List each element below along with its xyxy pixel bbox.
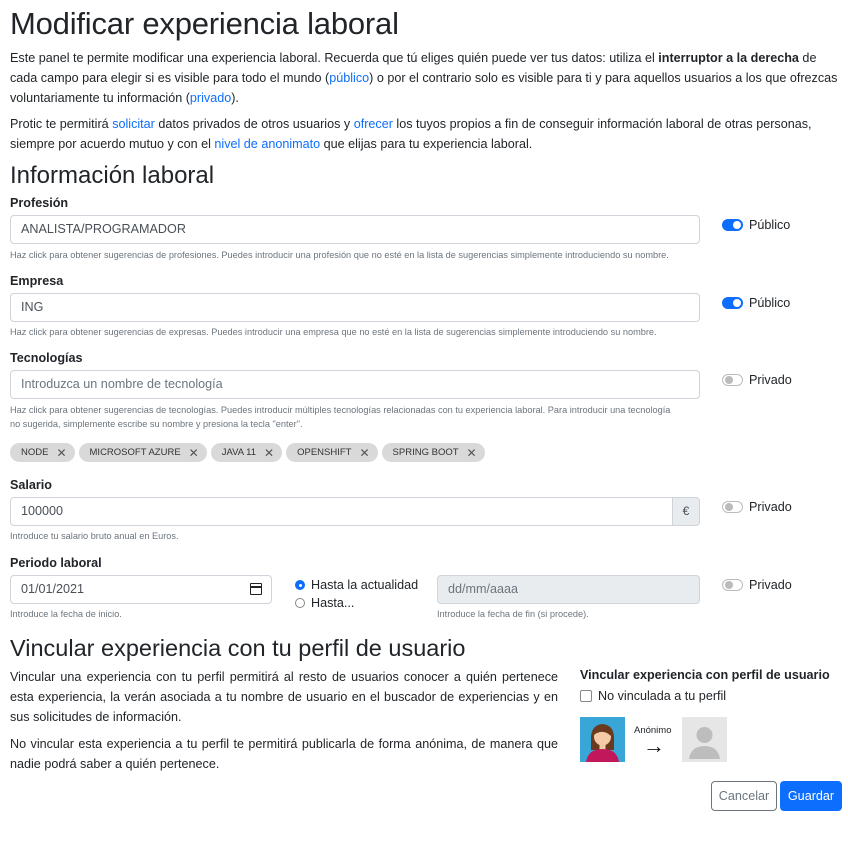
start-date-input[interactable]: 01/01/2021 <box>10 575 272 604</box>
salary-visibility-toggle[interactable]: Privado <box>722 499 792 515</box>
technology-input[interactable]: Introduzca un nombre de tecnología <box>10 370 700 399</box>
offer-link[interactable]: ofrecer <box>354 117 393 131</box>
company-visibility-toggle[interactable]: Público <box>722 295 790 311</box>
remove-tag-icon[interactable]: ✕ <box>467 446 477 460</box>
remove-tag-icon[interactable]: ✕ <box>56 446 66 460</box>
period-visibility-toggle[interactable]: Privado <box>722 577 792 593</box>
technologies-help-1: Haz click para obtener sugerencias de te… <box>10 405 671 415</box>
anonymity-level-link[interactable]: nivel de anonimato <box>214 137 320 151</box>
private-link[interactable]: privado <box>190 91 231 105</box>
visibility-label: Privado <box>749 578 792 592</box>
profession-label: Profesión <box>10 196 69 210</box>
visibility-label: Público <box>749 218 791 232</box>
switch-on[interactable] <box>722 297 743 309</box>
link-paragraph-2: No vincular esta experiencia a tu perfil… <box>10 737 558 771</box>
company-label: Empresa <box>10 274 64 288</box>
arrow-right-icon: → <box>643 733 665 758</box>
salary-help: Introduce tu salario bruto anual en Euro… <box>10 531 179 541</box>
user-avatar <box>580 717 625 762</box>
end-date-help: Introduce la fecha de fin (si procede). <box>437 609 589 619</box>
unlinked-checkbox[interactable]: No vinculada a tu perfil <box>580 689 726 703</box>
period-label: Periodo laboral <box>10 556 102 570</box>
technology-tags: NODE ✕ MICROSOFT AZURE ✕ JAVA 11 ✕ OPENSHIF… <box>10 443 485 462</box>
public-link[interactable]: público <box>329 71 369 85</box>
profession-visibility-toggle[interactable]: Público <box>722 217 790 233</box>
remove-tag-icon[interactable]: ✕ <box>189 446 199 460</box>
tag-chip: MICROSOFT AZURE ✕ <box>78 443 207 462</box>
cancel-button[interactable]: Cancelar <box>711 781 777 811</box>
radio-selected[interactable] <box>295 580 305 590</box>
visibility-label: Público <box>749 296 791 310</box>
section-title-work: Información laboral <box>10 162 215 189</box>
remove-tag-icon[interactable]: ✕ <box>359 446 369 460</box>
anonymous-avatar <box>682 717 727 762</box>
radio-until-now[interactable]: Hasta la actualidad <box>295 578 418 592</box>
salary-label: Salario <box>10 478 52 492</box>
radio-unselected[interactable] <box>295 598 305 608</box>
save-button[interactable]: Guardar <box>780 781 842 811</box>
visibility-label: Privado <box>749 373 792 387</box>
calendar-icon[interactable] <box>250 583 262 595</box>
profession-help: Haz click para obtener sugerencias de pr… <box>10 250 669 260</box>
intro-paragraph-1: Este panel te permite modificar una expe… <box>10 51 838 105</box>
switch-off[interactable] <box>722 579 743 591</box>
currency-addon: € <box>672 497 700 526</box>
switch-hint: interruptor a la derecha <box>658 51 799 65</box>
start-date-help: Introduce la fecha de inicio. <box>10 609 122 619</box>
technologies-help-2: no sugerida, simplemente escribe su nomb… <box>10 419 303 429</box>
end-date-input[interactable]: dd/mm/aaaa <box>437 575 700 604</box>
tag-chip: SPRING BOOT ✕ <box>381 443 485 462</box>
tag-chip: OPENSHIFT ✕ <box>286 443 378 462</box>
checkbox[interactable] <box>580 690 592 702</box>
company-help: Haz click para obtener sugerencias de ex… <box>10 327 657 337</box>
section-title-link: Vincular experiencia con tu perfil de us… <box>10 635 466 661</box>
technologies-visibility-toggle[interactable]: Privado <box>722 372 792 388</box>
link-box-title: Vincular experiencia con perfil de usuar… <box>580 668 830 682</box>
visibility-label: Privado <box>749 500 792 514</box>
profession-input[interactable]: ANALISTA/PROGRAMADOR <box>10 215 700 244</box>
switch-off[interactable] <box>722 501 743 513</box>
company-input[interactable]: ING <box>10 293 700 322</box>
request-link[interactable]: solicitar <box>112 117 155 131</box>
switch-on[interactable] <box>722 219 743 231</box>
remove-tag-icon[interactable]: ✕ <box>264 446 274 460</box>
tag-chip: JAVA 11 ✕ <box>210 443 283 462</box>
technologies-label: Tecnologías <box>10 351 83 365</box>
page-title: Modificar experiencia laboral <box>10 6 399 41</box>
tag-chip: NODE ✕ <box>10 443 75 462</box>
radio-until-date[interactable]: Hasta... <box>295 596 354 610</box>
salary-input[interactable]: 100000 <box>10 497 673 526</box>
link-paragraph-1: Vincular una experiencia con tu perfil p… <box>10 670 558 724</box>
intro-paragraph-2: Protic te permitirá solicitar datos priv… <box>10 117 812 151</box>
switch-off[interactable] <box>722 374 743 386</box>
